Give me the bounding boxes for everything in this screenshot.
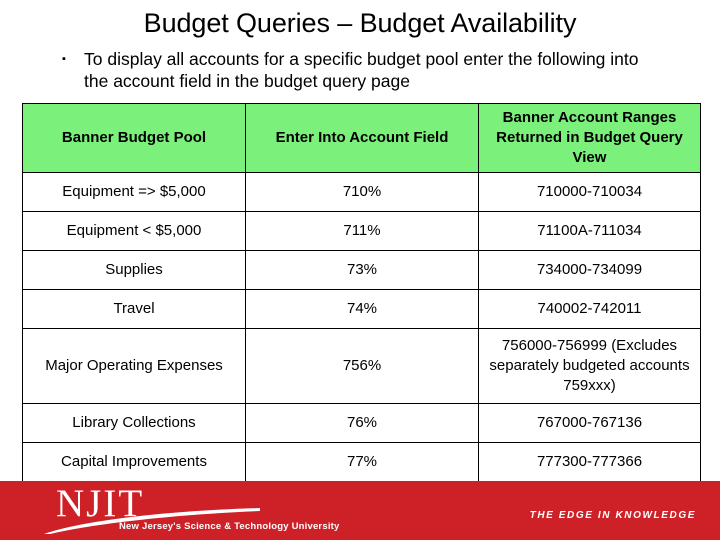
- square-bullet-icon: ▪: [62, 53, 66, 65]
- cell-account-field: 710%: [245, 172, 479, 212]
- bullet-list: ▪ To display all accounts for a specific…: [60, 48, 660, 92]
- cell-account-field: 73%: [245, 250, 479, 290]
- cell-account-ranges: 756000-756999 (Excludes separately budge…: [478, 328, 701, 404]
- cell-budget-pool: Supplies: [22, 250, 246, 290]
- cell-account-field: 76%: [245, 403, 479, 443]
- cell-budget-pool: Capital Improvements: [22, 442, 246, 482]
- column-header-enter-into-account-field: Enter Into Account Field: [245, 103, 479, 173]
- njit-tagline-text: New Jersey's Science & Technology Univer…: [119, 521, 340, 532]
- cell-budget-pool: Equipment < $5,000: [22, 211, 246, 251]
- cell-account-ranges: 710000-710034: [478, 172, 701, 212]
- cell-account-ranges: 777300-777366: [478, 442, 701, 482]
- njit-logo: NJIT New Jersey's Science & Technology U…: [44, 483, 346, 539]
- column-header-banner-budget-pool: Banner Budget Pool: [22, 103, 246, 173]
- cell-account-field: 74%: [245, 289, 479, 329]
- budget-pool-table: Banner Budget Pool Enter Into Account Fi…: [22, 103, 701, 482]
- cell-account-ranges: 740002-742011: [478, 289, 701, 329]
- bullet-item-text: To display all accounts for a specific b…: [84, 49, 639, 91]
- cell-budget-pool: Library Collections: [22, 403, 246, 443]
- table-row: Major Operating Expenses 756% 756000-756…: [22, 328, 701, 404]
- table-row: Travel 74% 740002-742011: [22, 289, 701, 329]
- table-row: Equipment => $5,000 710% 710000-710034: [22, 172, 701, 212]
- cell-account-field: 711%: [245, 211, 479, 251]
- cell-account-field: 756%: [245, 328, 479, 404]
- cell-account-ranges: 71100A-711034: [478, 211, 701, 251]
- cell-budget-pool: Major Operating Expenses: [22, 328, 246, 404]
- cell-budget-pool: Equipment => $5,000: [22, 172, 246, 212]
- cell-account-ranges: 734000-734099: [478, 250, 701, 290]
- cell-account-ranges: 767000-767136: [478, 403, 701, 443]
- slide-canvas: Budget Queries – Budget Availability ▪ T…: [0, 0, 720, 540]
- table-header-row: Banner Budget Pool Enter Into Account Fi…: [22, 103, 701, 173]
- table-row: Library Collections 76% 767000-767136: [22, 403, 701, 443]
- cell-account-field: 77%: [245, 442, 479, 482]
- njit-slogan-text: THE EDGE IN KNOWLEDGE: [529, 510, 696, 521]
- table-row: Capital Improvements 77% 777300-777366: [22, 442, 701, 482]
- table-row: Supplies 73% 734000-734099: [22, 250, 701, 290]
- table-row: Equipment < $5,000 711% 71100A-711034: [22, 211, 701, 251]
- column-header-banner-account-ranges: Banner Account Ranges Returned in Budget…: [478, 103, 701, 173]
- cell-budget-pool: Travel: [22, 289, 246, 329]
- page-title: Budget Queries – Budget Availability: [143, 8, 577, 38]
- njit-footer-band: NJIT New Jersey's Science & Technology U…: [0, 481, 720, 540]
